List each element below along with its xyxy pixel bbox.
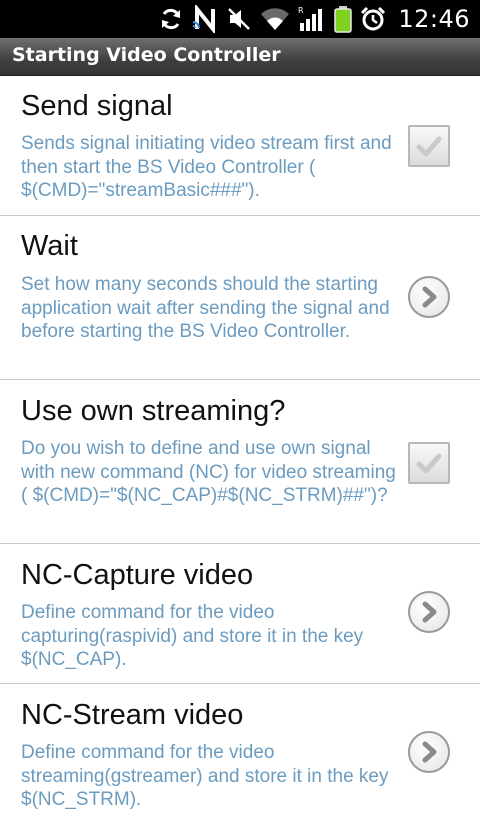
wait-chevron-button[interactable]: [408, 276, 450, 318]
wifi-icon: [260, 0, 290, 38]
pref-nc-capture-video[interactable]: NC-Capture video Define command for the …: [0, 544, 480, 684]
nc-capture-chevron-button[interactable]: [408, 591, 450, 633]
roaming-label: R: [298, 6, 304, 15]
status-bar: R 12:46: [0, 0, 480, 38]
pref-title: Send signal: [21, 90, 173, 122]
pref-wait[interactable]: Wait Set how many seconds should the sta…: [0, 216, 480, 380]
pref-title: Use own streaming?: [21, 395, 286, 427]
mute-icon: [226, 0, 252, 38]
checkmark-icon: [416, 136, 442, 157]
pref-summary: Do you wish to define and use own signal…: [21, 438, 396, 506]
pref-use-own-streaming[interactable]: Use own streaming? Do you wish to define…: [0, 380, 480, 544]
pref-summary: Define command for the video streaming(g…: [21, 742, 389, 810]
chevron-right-icon: [422, 286, 437, 308]
nfc-icon: [192, 0, 218, 38]
preference-list: Send signal Sends signal initiating vide…: [0, 76, 480, 824]
alarm-icon: [360, 0, 386, 38]
pref-summary: Define command for the video capturing(r…: [21, 602, 364, 670]
signal-icon: R: [298, 0, 326, 38]
nc-stream-chevron-button[interactable]: [408, 731, 450, 773]
status-time: 12:46: [398, 5, 470, 33]
battery-icon: [334, 0, 353, 38]
pref-nc-stream-video[interactable]: NC-Stream video Define command for the v…: [0, 684, 480, 824]
pref-title: NC-Capture video: [21, 559, 254, 591]
pref-summary: Sends signal initiating video stream fir…: [21, 133, 392, 201]
page-title: Starting Video Controller: [12, 44, 281, 66]
pref-title: NC-Stream video: [21, 699, 244, 731]
checkmark-icon: [416, 453, 442, 474]
pref-summary: Set how many seconds should the starting…: [21, 274, 390, 342]
use-own-streaming-checkbox[interactable]: [408, 442, 450, 484]
pref-title: Wait: [21, 230, 78, 262]
chevron-right-icon: [422, 601, 437, 623]
chevron-right-icon: [422, 741, 437, 763]
title-bar: Starting Video Controller: [0, 38, 480, 76]
sync-icon: [158, 0, 184, 38]
send-signal-checkbox[interactable]: [408, 125, 450, 167]
pref-send-signal[interactable]: Send signal Sends signal initiating vide…: [0, 76, 480, 216]
